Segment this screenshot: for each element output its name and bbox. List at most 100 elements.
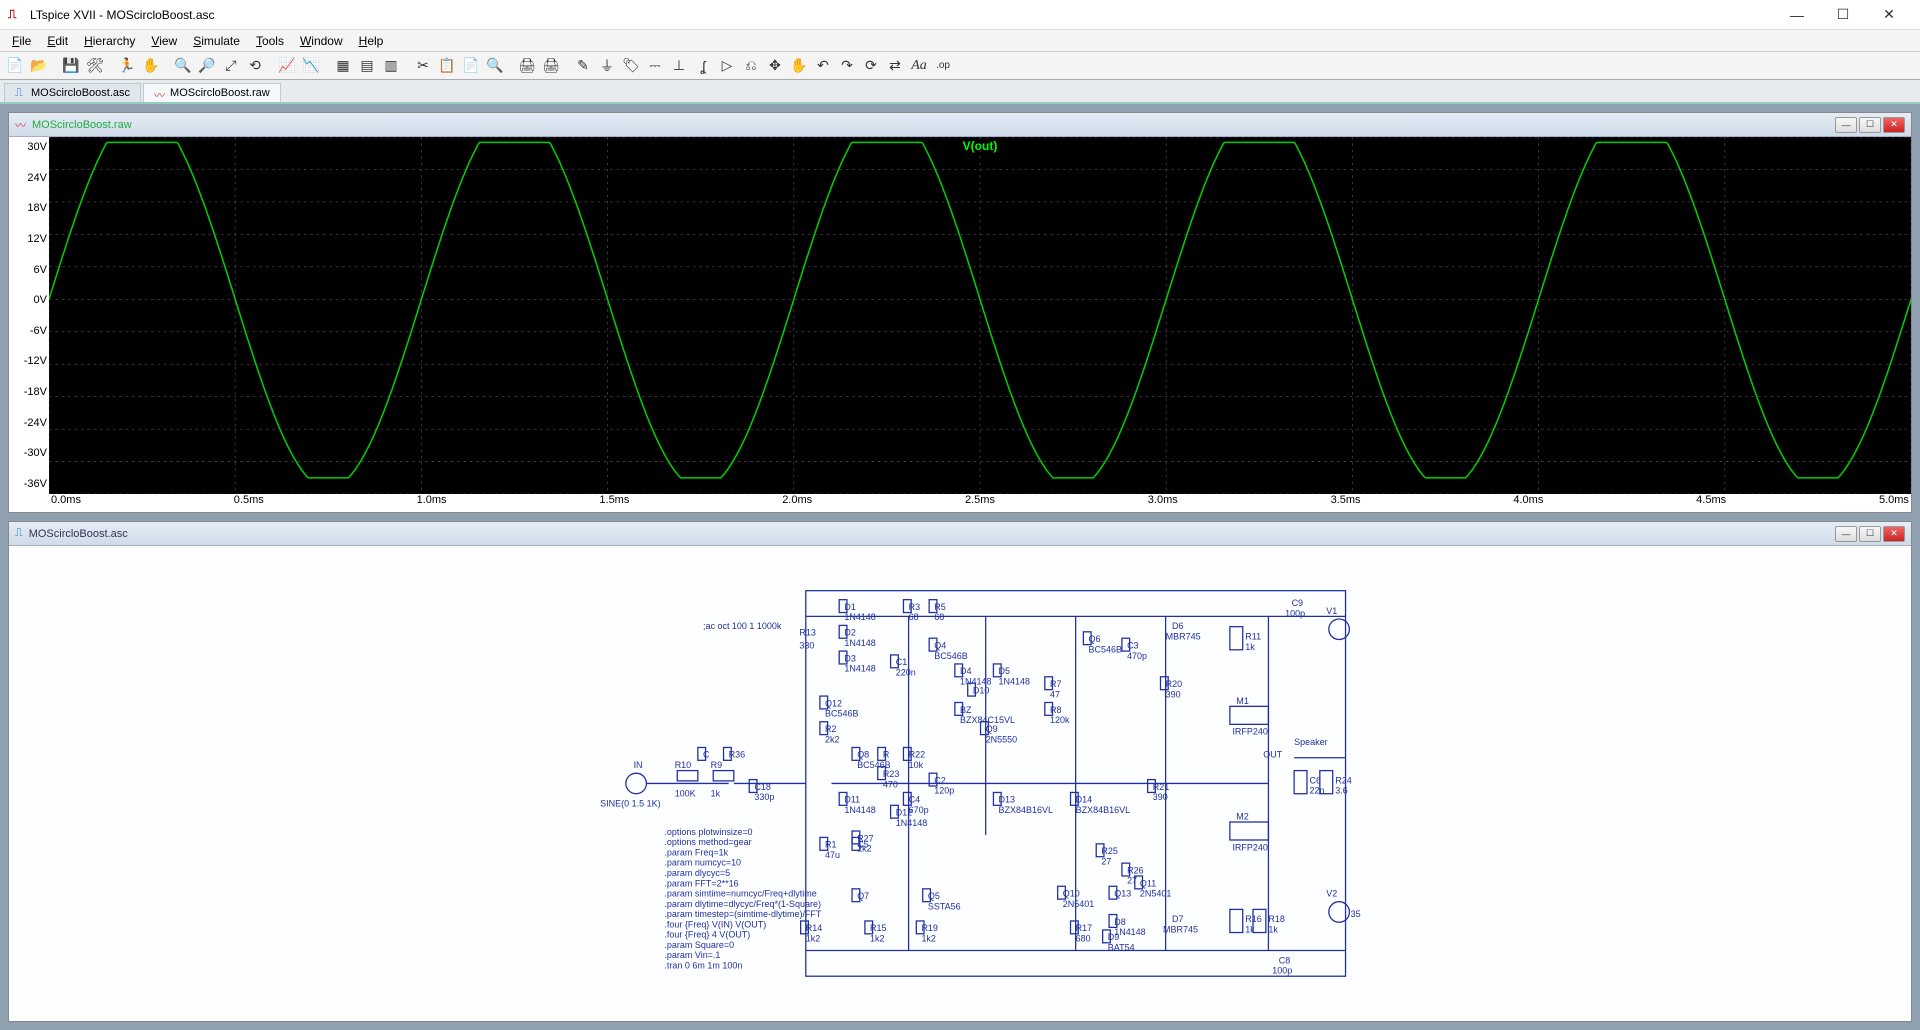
plot-x-axis[interactable]: 0.0ms 0.5ms 1.0ms 1.5ms 2.0ms 2.5ms 3.0m… [49,494,1911,512]
print-button[interactable]: 🖨 [516,55,538,77]
tile-windows-button[interactable]: ▦ [332,55,354,77]
new-schematic-button[interactable]: 📄 [4,55,26,77]
menu-help[interactable]: Help [351,32,392,50]
svg-text:BC546B: BC546B [934,651,967,661]
schematic-close-button[interactable]: ✕ [1883,526,1905,542]
svg-text:.four {Freq} V(IN) V(OUT): .four {Freq} V(IN) V(OUT) [664,919,766,929]
x-tick: 4.5ms [1696,494,1726,512]
maximize-button[interactable]: ☐ [1820,0,1866,30]
trace-label[interactable]: V(out) [963,139,998,153]
resistor-button[interactable]: ⎓ [644,55,666,77]
svg-text:.param simtime=numcyc/Freq+dly: .param simtime=numcyc/Freq+dlytime [664,889,816,899]
menu-view[interactable]: View [143,32,185,50]
spice-directive-button[interactable]: .op [932,55,954,77]
label-net-button[interactable]: 🏷 [620,55,642,77]
y-tick: -6V [9,325,47,337]
close-window-button[interactable]: ▥ [380,55,402,77]
svg-text:D3: D3 [844,653,856,663]
svg-text:R2: R2 [825,724,837,734]
svg-text:.param dlycyc=5: .param dlycyc=5 [664,868,730,878]
ground-button[interactable]: ⏚ [596,55,618,77]
zoom-extents-button[interactable]: ⤢ [220,55,242,77]
svg-text:1N4148: 1N4148 [999,677,1030,687]
waveform-maximize-button[interactable]: ☐ [1859,117,1881,133]
rotate-button[interactable]: ⟳ [860,55,882,77]
schematic-titlebar[interactable]: ⎍ MOScircloBoost.asc — ☐ ✕ [9,522,1911,546]
close-button[interactable]: ✕ [1866,0,1912,30]
svg-text:1k2: 1k2 [806,934,820,944]
svg-text:Q8: Q8 [857,750,869,760]
svg-text:47u: 47u [825,850,840,860]
schematic-minimize-button[interactable]: — [1835,526,1857,542]
copy-button[interactable]: 📋 [436,55,458,77]
diode-button[interactable]: ▷ [716,55,738,77]
svg-text:.four {Freq} 4 V(OUT): .four {Freq} 4 V(OUT) [664,930,750,940]
tab-waveform[interactable]: 〰 MOScircloBoost.raw [143,83,281,102]
svg-text:470p: 470p [1127,651,1147,661]
cascade-windows-button[interactable]: ▤ [356,55,378,77]
svg-text:C3: C3 [1127,641,1139,651]
halt-button[interactable]: ✋ [140,55,162,77]
zoom-in-button[interactable]: 🔍 [172,55,194,77]
svg-text:BZ: BZ [960,705,972,715]
svg-text:IN: IN [634,760,643,770]
undo-button[interactable]: ↶ [812,55,834,77]
drag-button[interactable]: ✋ [788,55,810,77]
redo-button[interactable]: ↷ [836,55,858,77]
menu-simulate[interactable]: Simulate [185,32,248,50]
move-button[interactable]: ✥ [764,55,786,77]
cut-button[interactable]: ✂ [412,55,434,77]
menu-window[interactable]: Window [292,32,351,50]
plot-area[interactable]: V(out) [49,137,1911,494]
menu-tools[interactable]: Tools [248,32,292,50]
svg-text:R10: R10 [675,760,691,770]
zoom-out-button[interactable]: 🔎 [196,55,218,77]
zoom-back-button[interactable]: ⟲ [244,55,266,77]
print-setup-button[interactable]: 🖨 [540,55,562,77]
svg-text:68: 68 [934,612,944,622]
svg-text:M2: M2 [1236,812,1248,822]
svg-text:.param FFT=2**16: .param FFT=2**16 [664,878,738,888]
inductor-button[interactable]: ʆ [692,55,714,77]
pick-visible-traces-button[interactable]: 📉 [300,55,322,77]
control-panel-button[interactable]: 🛠 [84,55,106,77]
svg-text:100p: 100p [1285,608,1305,618]
tab-schematic[interactable]: ⎍ MOScircloBoost.asc [4,83,141,102]
svg-text:1N4148: 1N4148 [896,818,927,828]
draw-wire-button[interactable]: ✎ [572,55,594,77]
mirror-button[interactable]: ⇄ [884,55,906,77]
svg-text:68: 68 [909,612,919,622]
schematic-maximize-button[interactable]: ☐ [1859,526,1881,542]
autorange-button[interactable]: 📈 [276,55,298,77]
plot-y-axis[interactable]: 30V 24V 18V 12V 6V 0V -6V -12V -18V -24V… [9,137,49,494]
run-button[interactable]: 🏃 [116,55,138,77]
svg-text:.tran 0 6m 1m 100n: .tran 0 6m 1m 100n [664,961,742,971]
svg-text:C9: C9 [1292,598,1304,608]
waveform-minimize-button[interactable]: — [1835,117,1857,133]
capacitor-button[interactable]: ⊥ [668,55,690,77]
waveform-titlebar[interactable]: 〰 MOScircloBoost.raw — ☐ ✕ [9,113,1911,137]
menu-edit[interactable]: Edit [39,32,76,50]
menu-file[interactable]: File [4,32,39,50]
x-tick: 1.0ms [417,494,447,512]
schematic-canvas[interactable]: SINE(0 1.5 1K) IN R10100K R91k D11N4148D… [9,546,1911,1021]
x-tick: 2.5ms [965,494,995,512]
menu-hierarchy[interactable]: Hierarchy [76,32,143,50]
component-button[interactable]: ⎌ [740,55,762,77]
svg-text:1N4148: 1N4148 [844,638,875,648]
paste-button[interactable]: 📄 [460,55,482,77]
waveform-close-button[interactable]: ✕ [1883,117,1905,133]
plot-body: 30V 24V 18V 12V 6V 0V -6V -12V -18V -24V… [9,137,1911,494]
svg-text:C1: C1 [896,657,908,667]
svg-text:1N4148: 1N4148 [844,612,875,622]
open-button[interactable]: 📂 [28,55,50,77]
svg-text:BZX84B16VL: BZX84B16VL [999,805,1053,815]
svg-text:27: 27 [1101,857,1111,867]
save-button[interactable]: 💾 [60,55,82,77]
svg-text:Q9: Q9 [986,724,998,734]
tab-label: MOScircloBoost.asc [31,87,130,99]
minimize-button[interactable]: — [1774,0,1820,30]
find-button[interactable]: 🔍 [484,55,506,77]
text-button[interactable]: Aa [908,55,930,77]
svg-text:2N5401: 2N5401 [1063,899,1094,909]
